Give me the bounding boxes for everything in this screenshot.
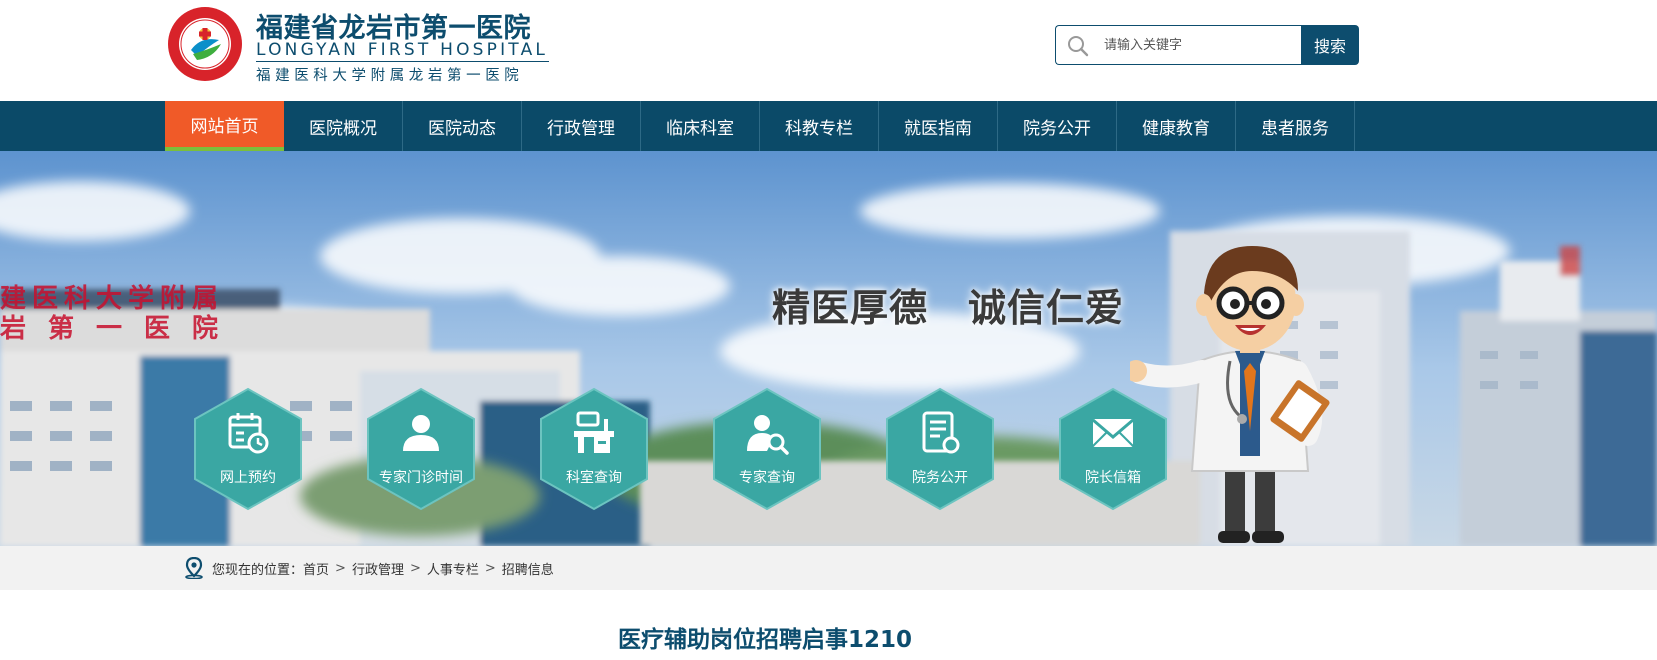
- quick-link-department-search[interactable]: 科室查询: [539, 387, 649, 511]
- quick-link-label: 专家门诊时间: [379, 470, 463, 486]
- document-icon: [922, 411, 960, 454]
- hospital-name-en: LONGYAN FIRST HOSPITAL: [256, 40, 549, 60]
- nav-item-education[interactable]: 科教专栏: [760, 101, 879, 151]
- slogan-right: 诚信仁爱: [968, 286, 1125, 330]
- slogan-left: 精医厚德: [772, 286, 929, 330]
- breadcrumb-administration[interactable]: 行政管理: [352, 559, 404, 578]
- nav-item-affairs-public[interactable]: 院务公开: [998, 101, 1117, 151]
- search-input[interactable]: [1104, 26, 1294, 64]
- building-sign-top: 建医科大学附属: [0, 284, 225, 314]
- breadcrumb-recruitment[interactable]: 招聘信息: [502, 559, 554, 578]
- breadcrumb-separator: >: [484, 560, 496, 576]
- quick-link-label: 科室查询: [566, 470, 622, 486]
- quick-link-expert-clinic-hours[interactable]: 专家门诊时间: [366, 387, 476, 511]
- site-header: 福建省龙岩市第一医院 LONGYAN FIRST HOSPITAL 福建医科大学…: [0, 0, 1657, 100]
- search-icon: [1068, 36, 1089, 57]
- building-sign-bottom: 岩第一医院: [0, 314, 241, 344]
- quick-link-label: 网上预约: [220, 470, 276, 486]
- nav-item-home[interactable]: 网站首页: [165, 101, 284, 151]
- quick-link-label: 院务公开: [912, 470, 968, 486]
- mail-icon: [1092, 418, 1134, 447]
- department-icon: [574, 411, 614, 453]
- building-sign: 建医科大学附属 岩第一医院: [0, 284, 240, 344]
- banner-slogan: 精医厚德 诚信仁爱: [772, 277, 1124, 332]
- breadcrumb-separator: >: [409, 560, 421, 576]
- quick-link-label: 专家查询: [739, 470, 795, 486]
- nav-item-clinical-departments[interactable]: 临床科室: [641, 101, 760, 151]
- breadcrumb-bar: 您现在的位置： 首页 > 行政管理 > 人事专栏 > 招聘信息: [0, 546, 1657, 590]
- nav-item-patient-service[interactable]: 患者服务: [1236, 101, 1355, 151]
- main-nav: 网站首页 医院概况 医院动态 行政管理 临床科室 科教专栏 就医指南 院务公开 …: [0, 101, 1657, 151]
- breadcrumb: 您现在的位置： 首页 > 行政管理 > 人事专栏 > 招聘信息: [184, 546, 554, 590]
- cartoon-doctor-illustration: [1130, 246, 1330, 543]
- location-pin-icon: [185, 557, 203, 579]
- breadcrumb-home[interactable]: 首页: [303, 559, 329, 578]
- quick-link-online-booking[interactable]: 网上预约: [193, 387, 303, 511]
- hospital-logo[interactable]: [167, 6, 243, 82]
- breadcrumb-prefix: 您现在的位置：: [212, 562, 304, 578]
- nav-item-health-education[interactable]: 健康教育: [1117, 101, 1236, 151]
- name-divider: [256, 61, 549, 62]
- calendar-clock-icon: [228, 413, 269, 454]
- nav-item-overview[interactable]: 医院概况: [284, 101, 403, 151]
- breadcrumb-hr-column[interactable]: 人事专栏: [427, 559, 479, 578]
- user-icon: [403, 415, 439, 451]
- nav-item-patient-guide[interactable]: 就医指南: [879, 101, 998, 151]
- hero-banner: 建医科大学附属 岩第一医院 精医厚德 诚信仁爱 网上预约 专家门诊时间 科室查询…: [0, 151, 1657, 546]
- search-box: [1055, 25, 1302, 65]
- nav-item-news[interactable]: 医院动态: [403, 101, 522, 151]
- nav-item-administration[interactable]: 行政管理: [522, 101, 641, 151]
- quick-link-hospital-affairs[interactable]: 院务公开: [885, 387, 995, 511]
- hospital-name-sub: 福建医科大学附属龙岩第一医院: [256, 68, 524, 84]
- doctor-search-icon: [747, 415, 789, 455]
- article-title: 医疗辅助岗位招聘启事1210: [617, 627, 912, 653]
- quick-link-expert-search[interactable]: 专家查询: [712, 387, 822, 511]
- breadcrumb-separator: >: [335, 560, 346, 576]
- search-button[interactable]: 搜索: [1301, 25, 1359, 65]
